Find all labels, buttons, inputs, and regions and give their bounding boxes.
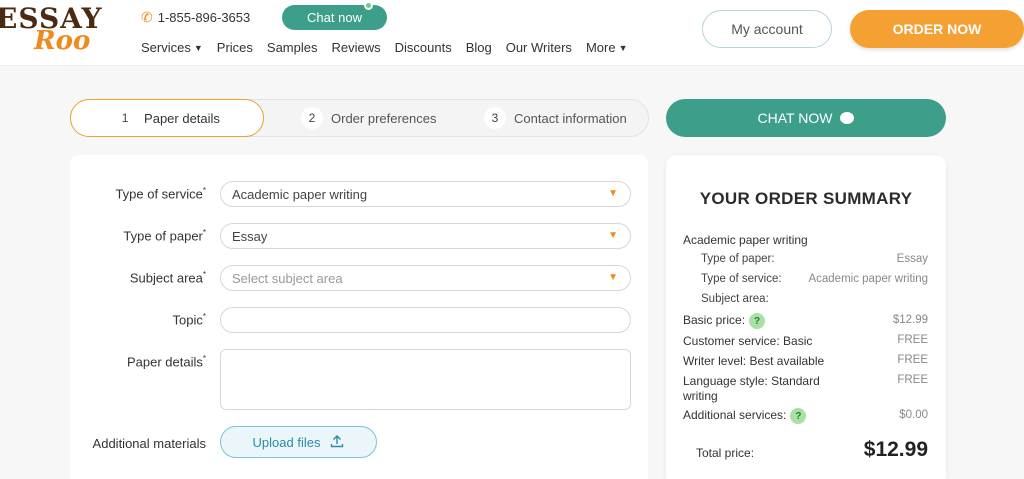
site-header: ESSAY Roo ✆ 1-855-896-3653 Chat now Serv… [0,0,1024,66]
nav-item-samples[interactable]: Samples [267,40,318,55]
step-order-preferences[interactable]: 2 Order preferences [301,99,437,137]
nav-item-blog[interactable]: Blog [466,40,492,55]
phone-number: 1-855-896-3653 [157,10,251,25]
summary-language-style-label-cont: writing [683,389,718,403]
nav-item-our-writers[interactable]: Our Writers [506,40,572,55]
help-icon[interactable]: ? [790,408,807,424]
chevron-down-icon: ▼ [608,188,618,199]
total-price-value: $12.99 [863,438,928,461]
order-now-button[interactable]: ORDER NOW [850,10,1024,48]
step-number: 2 [301,107,323,129]
step-number: 3 [484,107,506,129]
upload-files-button[interactable]: Upload files [220,426,377,458]
additional-materials-label: Additional materials [92,436,206,451]
step-label: Paper details [144,110,220,126]
summary-language-style-value: FREE [897,374,928,386]
chat-now-large-button[interactable]: CHAT NOW [666,99,946,137]
chat-bubble-icon [840,112,855,124]
order-summary-title: YOUR ORDER SUMMARY [699,189,913,208]
step-paper-details[interactable]: 1 Paper details [70,99,264,137]
essayroo-logo[interactable]: ESSAY Roo [0,2,106,58]
summary-type-of-service-label: Type of service: [701,273,782,285]
chat-now-label: Chat now [307,10,362,25]
chat-now-button[interactable]: Chat now [282,1,387,30]
summary-additional-services-value: $0.00 [899,409,928,421]
paper-details-label: Paper details* [126,354,206,370]
phone-link[interactable]: ✆ 1-855-896-3653 [141,9,250,26]
order-stepper: 1 Paper details 2 Order preferences 3 Co… [70,99,649,137]
summary-type-of-paper-value: Essay [896,253,928,265]
summary-type-of-paper-label: Type of paper: [701,253,775,265]
row-type-of-paper: Type of paper* Essay ▼ [70,223,648,249]
total-price-label: Total price: [696,446,755,460]
my-account-button[interactable]: My account [702,10,832,48]
summary-writer-level-value: FREE [897,354,928,366]
summary-language-style-label: Language style: Standard [683,374,820,388]
summary-type-of-service-value: Academic paper writing [808,273,928,285]
order-summary-panel: YOUR ORDER SUMMARY Academic paper writin… [666,155,946,479]
summary-basic-price-label: Basic price:? [683,313,766,329]
type-of-service-select[interactable]: Academic paper writing ▼ [220,181,631,207]
type-of-paper-label: Type of paper* [123,228,206,244]
step-number: 1 [114,107,137,129]
phone-icon: ✆ [141,9,153,25]
step-contact-information[interactable]: 3 Contact information [484,99,627,137]
summary-subject-area-label: Subject area: [701,293,769,305]
step-label: Order preferences [331,110,437,126]
nav-item-more[interactable]: More ▼ [586,40,628,55]
chevron-down-icon: ▼ [608,272,618,283]
main-nav: Services ▼ Prices Samples Reviews Discou… [141,40,641,55]
type-of-paper-select[interactable]: Essay ▼ [220,223,631,249]
chevron-down-icon: ▼ [608,230,618,241]
row-topic: Topic* [70,307,648,333]
nav-item-discounts[interactable]: Discounts [395,40,452,55]
row-type-of-service: Type of service* Academic paper writing … [70,181,648,207]
logo-text-roo: Roo [34,26,91,56]
nav-item-prices[interactable]: Prices [217,40,253,55]
row-subject-area: Subject area* Select subject area ▼ [70,265,648,291]
upload-icon [330,434,344,451]
online-status-dot [364,1,373,10]
row-additional-materials: Additional materials Upload files [70,426,648,458]
topic-label: Topic* [172,312,206,328]
subject-area-select[interactable]: Select subject area ▼ [220,265,631,291]
summary-customer-service-label: Customer service: Basic [683,334,813,348]
summary-writer-level-label: Writer level: Best available [683,354,825,368]
nav-item-services[interactable]: Services ▼ [141,40,203,55]
summary-service: Academic paper writing [683,233,808,247]
summary-additional-services-label: Additional services:? [683,408,807,424]
topic-input[interactable] [220,307,631,333]
row-paper-details: Paper details* [70,349,648,410]
chevron-down-icon: ▼ [193,42,203,53]
paper-details-textarea[interactable] [220,349,631,410]
summary-customer-service-value: FREE [897,334,928,346]
type-of-service-label: Type of service* [115,186,206,202]
summary-basic-price-value: $12.99 [892,314,928,326]
help-icon[interactable]: ? [749,313,766,329]
subject-area-label: Subject area* [129,270,206,286]
chevron-down-icon: ▼ [618,42,628,53]
nav-item-reviews[interactable]: Reviews [331,40,380,55]
paper-details-form: Type of service* Academic paper writing … [70,155,648,479]
step-label: Contact information [514,110,627,126]
